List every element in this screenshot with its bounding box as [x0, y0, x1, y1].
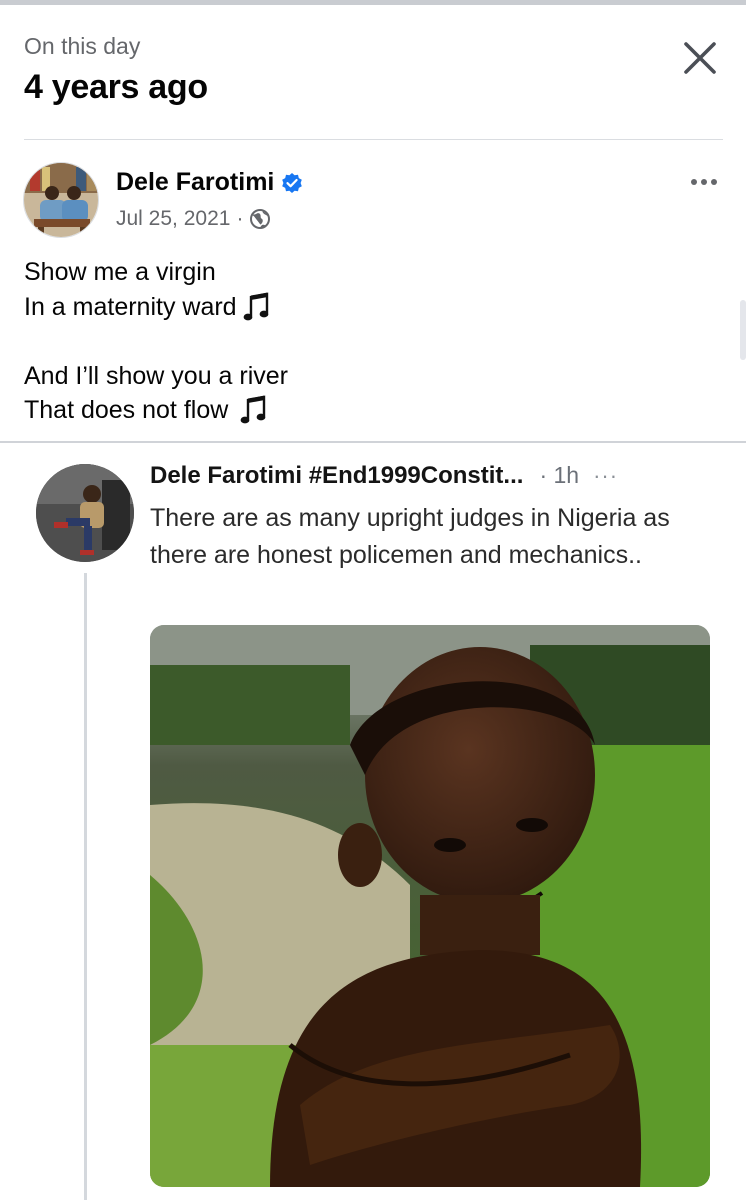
- tweet-more-icon: ···: [593, 463, 619, 488]
- post-date[interactable]: Jul 25, 2021: [116, 207, 230, 231]
- tweet-text: There are as many upright judges in Nige…: [150, 504, 670, 569]
- post-line: And I’ll show you a river: [24, 359, 288, 394]
- post-line-text: That does not flow: [24, 396, 229, 424]
- tweet-image[interactable]: [150, 625, 710, 1187]
- close-icon: [684, 42, 716, 74]
- post-author-name[interactable]: Dele Farotimi: [116, 168, 274, 197]
- tweet-author-name: Dele Farotimi #End1999Constit...: [150, 462, 524, 489]
- tweet-header: Dele Farotimi #End1999Constit... · 1h ··…: [150, 462, 715, 490]
- memory-title: 4 years ago: [24, 68, 208, 106]
- top-edge-bar: [0, 0, 746, 5]
- tweet-time: · 1h: [539, 462, 580, 488]
- post-line-text: Show me a virgin: [24, 258, 216, 286]
- post-author-row: Dele Farotimi: [116, 168, 303, 197]
- header-divider: [24, 139, 723, 140]
- post-line-text: In a maternity ward: [24, 292, 237, 321]
- post-body: Show me a virgin In a maternity ward And…: [24, 255, 288, 428]
- scrollbar[interactable]: [740, 300, 746, 360]
- author-avatar[interactable]: [23, 162, 99, 238]
- post-line: That does not flow: [24, 393, 288, 428]
- thread-line: [84, 573, 87, 1200]
- dot: [711, 179, 717, 185]
- on-this-day-label: On this day: [24, 33, 141, 59]
- meta-separator: ·: [236, 207, 244, 230]
- tweet-avatar-photo: [36, 464, 134, 562]
- dot: [701, 179, 707, 185]
- post-options-button[interactable]: [684, 168, 724, 196]
- post-meta: Jul 25, 2021 ·: [116, 207, 271, 231]
- music-note-icon: [243, 292, 268, 321]
- close-button[interactable]: [678, 36, 722, 80]
- verified-badge-icon: [282, 172, 303, 193]
- post-line: Show me a virgin: [24, 255, 288, 290]
- dot: [691, 179, 697, 185]
- tweet-author-avatar: [36, 464, 134, 562]
- post-line: In a maternity ward: [24, 290, 288, 325]
- avatar-photo: [24, 163, 98, 237]
- post-divider: [0, 441, 746, 443]
- child-photo: [150, 625, 710, 1187]
- post-line-text: And I’ll show you a river: [24, 361, 289, 390]
- globe-icon: [250, 209, 271, 229]
- music-note-icon: [240, 395, 266, 424]
